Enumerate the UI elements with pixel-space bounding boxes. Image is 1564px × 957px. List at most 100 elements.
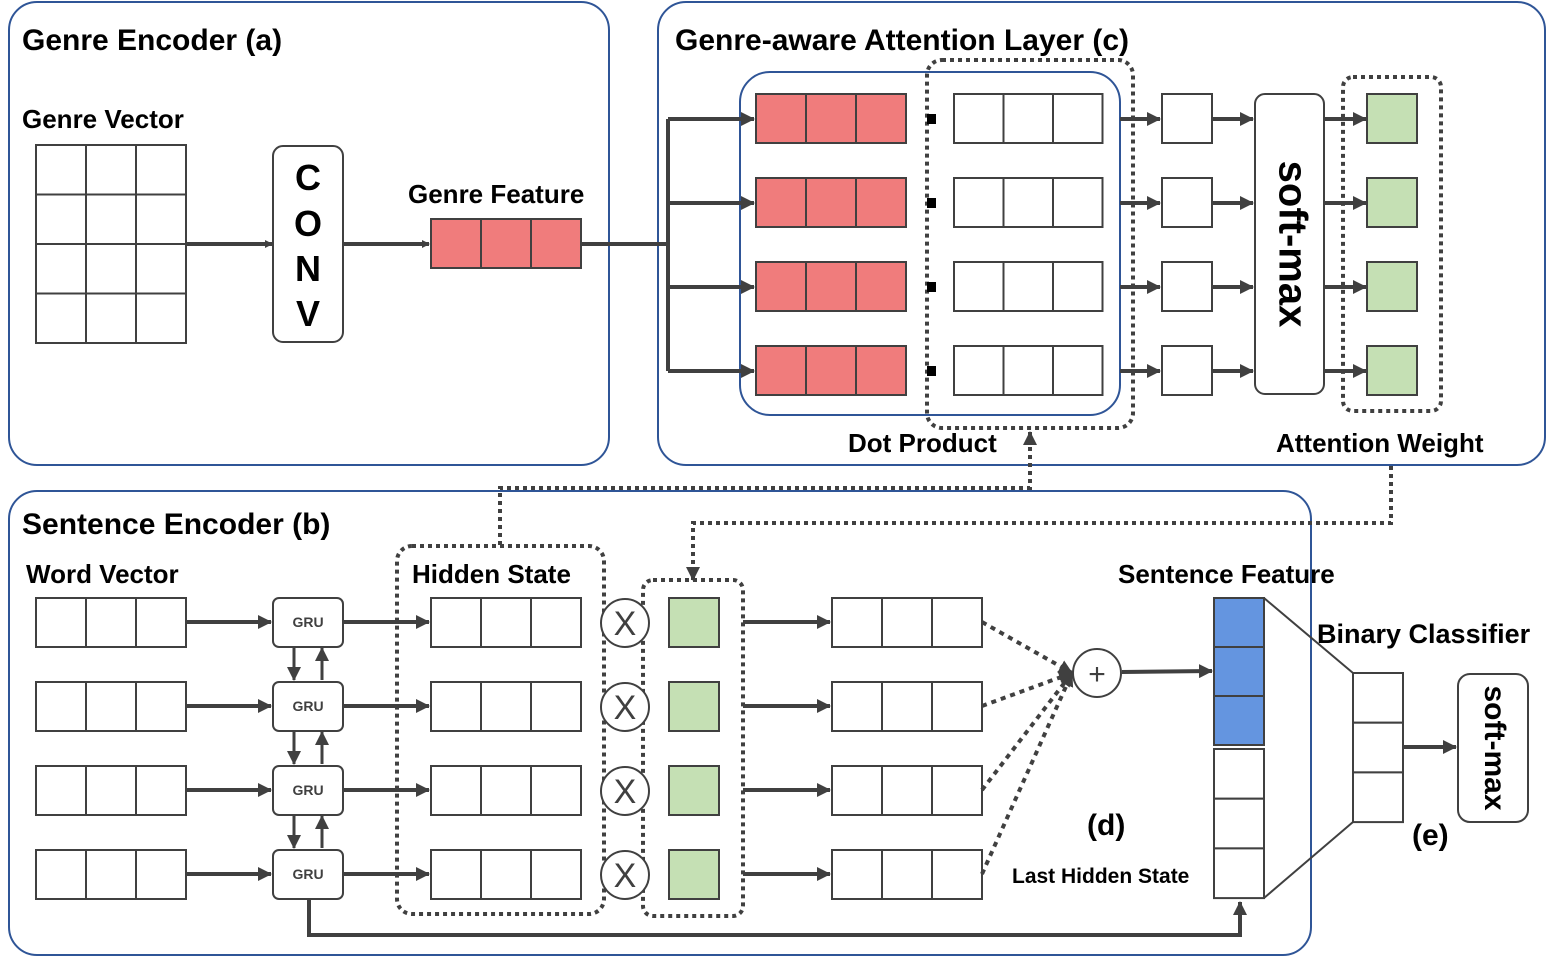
genre-feature-copy-cell <box>755 177 807 228</box>
hidden-state-cell <box>530 849 582 900</box>
attention-weight-cell <box>1366 177 1418 228</box>
architecture-diagram: Genre Encoder (a) Genre Vector C O N V G… <box>8 1 1546 956</box>
weighted-state-cell <box>931 765 983 816</box>
score-cell <box>1161 93 1213 144</box>
hidden-state-cell <box>430 597 482 648</box>
panel-c-title: Genre-aware Attention Layer (c) <box>675 24 1129 57</box>
hidden-state-copy-cell <box>1052 177 1104 228</box>
attention-weight-copy-cell <box>668 681 720 732</box>
genre-vector-cell <box>135 292 187 344</box>
plus-label: + <box>1088 658 1106 691</box>
arrow <box>1121 664 1213 679</box>
weighted-state-cell <box>881 765 933 816</box>
classifier-cell <box>1352 771 1404 824</box>
weighted-state-cell <box>831 765 883 816</box>
conv-letter: C <box>295 157 321 198</box>
dotted-connector <box>981 670 1073 708</box>
weighted-state-cell <box>881 849 933 900</box>
hidden-state-cell <box>480 765 532 816</box>
multiply-label: X <box>614 857 637 895</box>
conv-letter: N <box>295 248 321 289</box>
hidden-state-copy-cell <box>1002 93 1054 144</box>
weighted-state-cell <box>831 597 883 648</box>
hidden-state-copy-cell <box>1052 261 1104 312</box>
weighted-state-cell <box>931 849 983 900</box>
panel-a-title: Genre Encoder (a) <box>22 24 282 57</box>
label-d: (d) <box>1087 809 1125 842</box>
score-cell <box>1161 261 1213 312</box>
hidden-state-cell <box>530 597 582 648</box>
word-vector-cell <box>35 849 87 900</box>
word-vector-cell <box>135 765 187 816</box>
genre-feature-copy-cell <box>755 93 807 144</box>
score-cell <box>1161 345 1213 396</box>
hidden-state-cell <box>430 765 482 816</box>
weighted-state-cell <box>831 849 883 900</box>
genre-feature-copy-cell <box>855 93 907 144</box>
panel-b-title: Sentence Encoder (b) <box>22 508 330 541</box>
hidden-state-copy-cell <box>953 261 1005 312</box>
hidden-state-copy-cell <box>1002 177 1054 228</box>
hidden-state-copy-cell <box>1052 345 1104 396</box>
label-e: (e) <box>1412 819 1449 852</box>
genre-feature-copy-cell <box>755 345 807 396</box>
genre-feature-copy-cell <box>805 177 857 228</box>
sentence-feature-cell <box>1213 646 1265 697</box>
word-vector-cell <box>85 765 137 816</box>
word-vector-label: Word Vector <box>26 559 179 589</box>
weighted-state-cell <box>881 681 933 732</box>
genre-vector-cell <box>35 292 87 344</box>
last-hidden-state-cell <box>1213 797 1265 850</box>
genre-vector-cell <box>85 243 137 295</box>
hidden-state-cell <box>530 681 582 732</box>
last-hidden-state-label: Last Hidden State <box>1012 865 1189 888</box>
genre-vector-cell <box>135 144 187 196</box>
attention-weight-label: Attention Weight <box>1276 428 1484 458</box>
weighted-state-cell <box>931 681 983 732</box>
conv-letter: O <box>294 203 322 244</box>
genre-vector-cell <box>135 193 187 245</box>
multiply-label: X <box>614 605 637 643</box>
gru-label: GRU <box>292 782 323 798</box>
gru-label: GRU <box>292 698 323 714</box>
weighted-state-cell <box>881 597 933 648</box>
hidden-state-cell <box>430 681 482 732</box>
word-vector-cell <box>85 597 137 648</box>
hidden-state-cell <box>430 849 482 900</box>
genre-feature-copy-cell <box>755 261 807 312</box>
genre-vector-cell <box>85 292 137 344</box>
classifier-cell <box>1352 721 1404 774</box>
weighted-state-cell <box>831 681 883 732</box>
genre-feature-copy-cell <box>805 93 857 144</box>
genre-vector-cell <box>85 193 137 245</box>
hidden-state-cell <box>480 849 532 900</box>
genre-feature-copy-cell <box>805 345 857 396</box>
genre-feature-copy-cell <box>805 261 857 312</box>
dotted-connector <box>981 620 1073 675</box>
genre-feature-cell <box>480 218 532 269</box>
genre-feature-copy-cell <box>855 345 907 396</box>
sentence-feature-cell <box>1213 695 1265 746</box>
word-vector-cell <box>135 597 187 648</box>
attention-weight-copy-cell <box>668 597 720 648</box>
genre-vector-cell <box>35 193 87 245</box>
genre-feature-cell <box>430 218 482 269</box>
hidden-state-copy-cell <box>1002 261 1054 312</box>
sentence-feature-cell <box>1213 597 1265 648</box>
multiply-label: X <box>614 689 637 727</box>
hidden-state-copy-cell <box>1002 345 1054 396</box>
hidden-state-copy-cell <box>953 177 1005 228</box>
hidden-state-copy-cell <box>953 93 1005 144</box>
genre-vector-cell <box>35 243 87 295</box>
word-vector-cell <box>35 597 87 648</box>
dot-product-icon <box>927 198 936 208</box>
attention-weight-copy-cell <box>668 765 720 816</box>
gru-label: GRU <box>292 614 323 630</box>
genre-feature-label: Genre Feature <box>408 179 584 209</box>
genre-vector-label: Genre Vector <box>22 104 184 134</box>
dot-product-label: Dot Product <box>848 428 997 458</box>
hidden-state-cell <box>530 765 582 816</box>
last-hidden-state-cell <box>1213 748 1265 800</box>
hidden-state-label: Hidden State <box>412 559 571 589</box>
genre-feature-cell <box>530 218 582 269</box>
